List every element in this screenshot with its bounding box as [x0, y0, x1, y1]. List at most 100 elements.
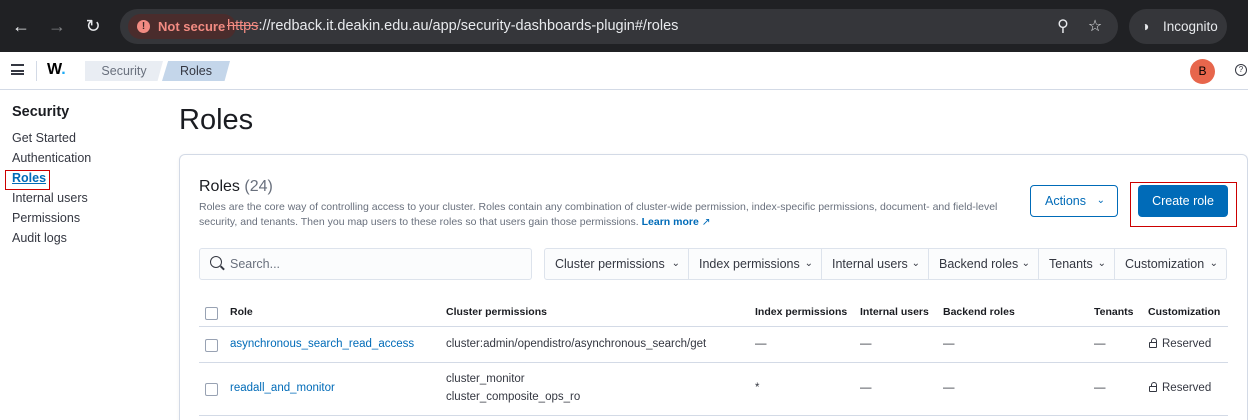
filter-bar: Cluster permissions ⌄ Index permissions ⌄ …	[544, 248, 1227, 280]
filter-label: Tenants	[1049, 257, 1093, 271]
filter-label: Customization	[1125, 257, 1205, 271]
role-name-link[interactable]: asynchronous_search_read_access	[230, 338, 414, 350]
customization-value: Reserved	[1149, 338, 1211, 350]
chevron-down-icon: ⌄	[1209, 258, 1218, 269]
filter-customization[interactable]: Customization ⌄	[1115, 249, 1226, 279]
search-box[interactable]	[199, 248, 532, 280]
chevron-down-icon: ⌄	[1096, 195, 1105, 206]
annotation-box-create-role	[1130, 182, 1237, 227]
breadcrumb-roles: Roles	[162, 61, 230, 81]
menu-icon[interactable]	[11, 64, 24, 75]
filter-tenants[interactable]: Tenants ⌄	[1039, 249, 1115, 279]
row-checkbox[interactable]	[205, 339, 218, 352]
annotation-box-roles	[5, 170, 50, 190]
panel-description: Roles are the core way of controlling ac…	[199, 200, 999, 230]
panel-title-text: Roles	[199, 178, 240, 195]
backend-roles-value: —	[943, 338, 955, 350]
backend-roles-value: —	[943, 382, 955, 394]
back-arrow-icon[interactable]: ←	[9, 14, 33, 38]
role-name-link[interactable]: readall_and_monitor	[230, 382, 335, 394]
filter-label: Cluster permissions	[555, 257, 665, 271]
sidebar-item-get-started[interactable]: Get Started	[12, 130, 91, 150]
actions-label: Actions	[1045, 194, 1086, 208]
warning-icon: !	[137, 20, 150, 33]
lock-icon	[1149, 382, 1157, 392]
table-header: Role Cluster permissions Index permissio…	[199, 300, 1228, 327]
filter-label: Backend roles	[939, 257, 1019, 271]
sidebar-item-permissions[interactable]: Permissions	[12, 210, 91, 230]
logo-dot: .	[61, 61, 66, 78]
customization-value: Reserved	[1149, 382, 1211, 394]
table-row[interactable]: readall_and_monitor cluster_monitor clus…	[199, 364, 1228, 416]
url-scheme: https	[227, 18, 259, 34]
column-header-index-permissions[interactable]: Index permissions	[755, 306, 847, 318]
filter-label: Index permissions	[699, 257, 800, 271]
internal-users-value: —	[860, 382, 872, 394]
chevron-down-icon: ⌄	[1021, 258, 1030, 269]
select-all-checkbox[interactable]	[205, 307, 218, 320]
tenants-value: —	[1094, 382, 1106, 394]
column-header-customization[interactable]: Customization	[1148, 306, 1220, 318]
tenants-value: —	[1094, 338, 1106, 350]
column-header-role[interactable]: Role	[230, 306, 253, 318]
reload-icon[interactable]: ↻	[81, 14, 105, 38]
url-text[interactable]: https://redback.it.deakin.edu.au/app/sec…	[227, 9, 678, 44]
not-secure-label: Not secure	[158, 19, 226, 34]
customization-label: Reserved	[1162, 338, 1212, 350]
user-avatar[interactable]: B	[1190, 59, 1215, 84]
help-icon[interactable]: ?	[1235, 64, 1247, 76]
row-checkbox[interactable]	[205, 383, 218, 396]
app-logo[interactable]: W.	[47, 61, 66, 79]
chevron-down-icon: ⌄	[804, 258, 813, 269]
external-link-icon: ↗	[701, 216, 711, 228]
chevron-down-icon: ⌄	[1097, 258, 1106, 269]
address-bar[interactable]: ! Not secure https://redback.it.deakin.e…	[120, 9, 1118, 44]
panel-title: Roles (24)	[199, 178, 273, 196]
actions-button[interactable]: Actions ⌄	[1030, 185, 1118, 217]
lock-icon	[1149, 338, 1157, 348]
page-title: Roles	[179, 104, 254, 136]
incognito-chip[interactable]: ◑ Incognito	[1129, 9, 1227, 44]
logo-letter: W	[47, 61, 62, 78]
browser-toolbar: ← → ↻ ! Not secure https://redback.it.de…	[0, 0, 1248, 52]
zoom-icon[interactable]: ⚲	[1052, 16, 1074, 38]
table-row[interactable]: asynchronous_search_read_access cluster:…	[199, 328, 1228, 363]
customization-label: Reserved	[1162, 382, 1212, 394]
incognito-icon: ◑	[1141, 18, 1150, 34]
incognito-label: Incognito	[1163, 19, 1218, 34]
learn-more-link[interactable]: Learn more	[642, 216, 699, 228]
column-header-internal-users[interactable]: Internal users	[860, 306, 929, 318]
sidebar-item-internal-users[interactable]: Internal users	[12, 190, 91, 210]
internal-users-value: —	[860, 338, 872, 350]
url-path: ://redback.it.deakin.edu.au/app/security…	[258, 18, 679, 34]
not-secure-chip[interactable]: ! Not secure	[128, 14, 237, 39]
filter-label: Internal users	[832, 257, 908, 271]
search-icon	[210, 256, 222, 268]
app-header: W. Security Roles	[0, 52, 1248, 90]
chevron-down-icon: ⌄	[671, 258, 680, 269]
sidebar-item-authentication[interactable]: Authentication	[12, 150, 91, 170]
chevron-down-icon: ⌄	[911, 258, 920, 269]
sidenav-title: Security	[12, 104, 70, 120]
roles-count: (24)	[244, 178, 273, 195]
header-divider	[36, 61, 37, 81]
cluster-permission-value: cluster:admin/opendistro/asynchronous_se…	[446, 338, 707, 350]
description-text: Roles are the core way of controlling ac…	[199, 201, 998, 228]
cluster-permission-value: cluster_composite_ops_ro	[446, 391, 581, 403]
sidenav: Get Started Authentication Roles Interna…	[12, 130, 91, 250]
star-icon[interactable]: ☆	[1084, 16, 1106, 38]
sidebar-item-audit-logs[interactable]: Audit logs	[12, 230, 91, 250]
filter-cluster-permissions[interactable]: Cluster permissions ⌄	[545, 249, 689, 279]
search-input[interactable]	[230, 249, 520, 279]
filter-internal-users[interactable]: Internal users ⌄	[822, 249, 929, 279]
column-header-cluster-permissions[interactable]: Cluster permissions	[446, 306, 547, 318]
filter-backend-roles[interactable]: Backend roles ⌄	[929, 249, 1039, 279]
column-header-backend-roles[interactable]: Backend roles	[943, 306, 1015, 318]
filter-index-permissions[interactable]: Index permissions ⌄	[689, 249, 822, 279]
index-permissions-value: —	[755, 338, 767, 350]
index-permissions-value: *	[755, 382, 760, 394]
cluster-permission-value: cluster_monitor	[446, 373, 525, 385]
column-header-tenants[interactable]: Tenants	[1094, 306, 1133, 318]
forward-arrow-icon[interactable]: →	[45, 14, 69, 38]
breadcrumb-security[interactable]: Security	[85, 61, 163, 81]
